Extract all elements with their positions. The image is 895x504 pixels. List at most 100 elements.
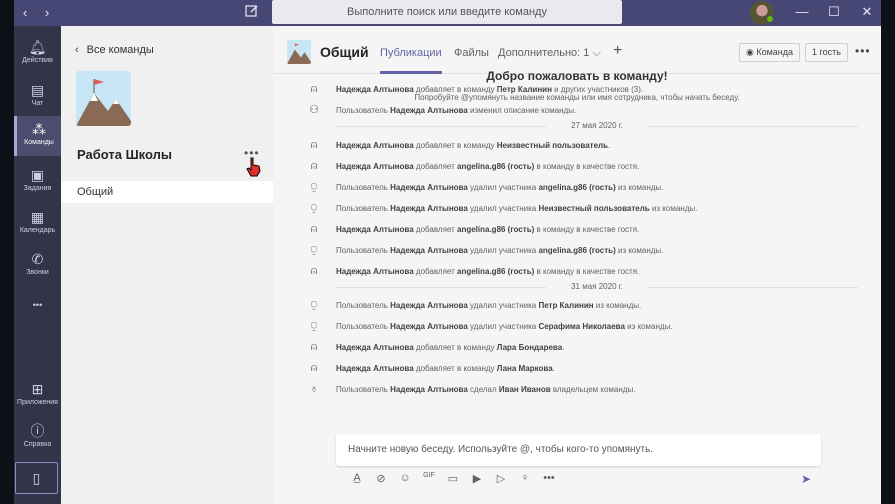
rail-label: Задания	[23, 185, 52, 192]
event-text: из команды.	[624, 322, 673, 331]
event-text: Пользователь	[336, 106, 391, 115]
compose-icon[interactable]	[243, 4, 261, 22]
send-icon[interactable]: ➤	[801, 472, 811, 486]
phone-icon: ✆	[31, 251, 44, 267]
forward-icon[interactable]: ›	[36, 5, 58, 20]
mention-hint: Попробуйте @упомянуть название команды и…	[414, 93, 740, 102]
event-text: добавляет	[413, 267, 457, 276]
rail-item-chat[interactable]: ▤ Чат	[14, 77, 61, 117]
event-text: .	[562, 343, 565, 352]
teams-window: ‹ › Выполните поиск или введите команду …	[14, 0, 881, 504]
rail-more-button[interactable]: •••	[14, 292, 61, 332]
event-text: Пользователь	[336, 322, 391, 331]
rail-item-activity[interactable]: 🔔︎ Действия	[14, 34, 61, 74]
help-icon: ⓘ	[30, 423, 45, 439]
event-entity: angelina.g86 (гость)	[538, 183, 616, 192]
sticker-icon[interactable]: ▭	[441, 472, 465, 488]
event-entity: Неизвестный пользователь	[538, 204, 650, 213]
event-entity: Надежда Алтынова	[336, 141, 414, 150]
rail-item-apps[interactable]: ⊞ Приложения	[14, 376, 61, 416]
team-button[interactable]: ◉ Команда	[739, 43, 801, 62]
back-icon[interactable]: ‹	[14, 5, 36, 20]
event-text: Пользователь	[336, 385, 391, 394]
activity-event: Надежда Алтынова добавляет angelina.g86 …	[336, 225, 639, 234]
channel-main: Общий Публикации Файлы Дополнительно: 1 …	[273, 26, 881, 504]
assignments-icon: ▣	[30, 167, 45, 183]
event-entity: angelina.g86 (гость)	[457, 225, 535, 234]
device-icon[interactable]: ▯	[15, 462, 58, 494]
bell-icon: 🔔︎	[28, 39, 47, 55]
event-text: добавляет в команду	[413, 364, 497, 373]
event-entity: angelina.g86 (гость)	[538, 246, 616, 255]
rail-item-calls[interactable]: ✆ Звонки	[14, 246, 61, 286]
event-text: из команды.	[593, 301, 642, 310]
stream-icon[interactable]: ▷	[489, 472, 513, 488]
rail-item-help[interactable]: ⓘ Справка	[14, 418, 61, 458]
activity-event: Пользователь Надежда Алтынова удалил уча…	[336, 246, 663, 255]
event-text: изменил описание команды.	[467, 106, 577, 115]
activity-event: Пользователь Надежда Алтынова удалил уча…	[336, 322, 673, 331]
event-entity: Надежда Алтынова	[336, 85, 414, 94]
person-add-icon: ⍝	[310, 362, 318, 374]
event-entity: Надежда Алтынова	[390, 204, 468, 213]
event-entity: Надежда Алтынова	[390, 385, 468, 394]
format-icon[interactable]: A̲	[345, 472, 369, 488]
tab-more[interactable]: Дополнительно: 1 ⌵	[498, 47, 601, 60]
channel-title: Общий	[320, 44, 369, 60]
gif-icon[interactable]: GIF	[417, 472, 441, 488]
more-icon: •••	[32, 300, 43, 310]
add-tab-icon[interactable]: +	[613, 42, 622, 60]
event-text: удалил участника	[467, 322, 539, 331]
event-text: Пользователь	[336, 301, 391, 310]
new-conversation-input[interactable]: Начните новую беседу. Используйте @, что…	[336, 434, 821, 466]
event-entity: angelina.g86 (гость)	[457, 267, 535, 276]
rail-item-assignments[interactable]: ▣ Задания	[14, 162, 61, 202]
maximize-icon[interactable]: ☐	[825, 4, 843, 20]
guest-button[interactable]: 1 гость	[805, 43, 848, 62]
channel-header: Общий Публикации Файлы Дополнительно: 1 …	[273, 26, 881, 74]
minimize-icon[interactable]: —	[793, 4, 811, 19]
event-text: удалил участника	[467, 301, 539, 310]
event-text: добавляет	[413, 162, 457, 171]
hand-cursor-icon	[246, 157, 262, 177]
activity-event: Пользователь Надежда Алтынова изменил оп…	[336, 106, 576, 115]
chevron-left-icon: ‹	[75, 44, 79, 56]
rail-item-teams[interactable]: ⁂ Команды	[14, 116, 61, 156]
rail-item-calendar[interactable]: ▦ Календарь	[14, 204, 61, 244]
person-remove-icon: ⍜	[310, 244, 318, 256]
chat-icon: ▤	[30, 82, 45, 98]
more-icon[interactable]: •••	[537, 472, 561, 488]
event-text: удалил участника	[467, 246, 539, 255]
praise-icon[interactable]: ♀	[513, 472, 537, 488]
back-label: Все команды	[86, 44, 154, 56]
event-entity: Надежда Алтынова	[390, 106, 468, 115]
event-text: Пользователь	[336, 246, 391, 255]
eye-icon: ◉	[746, 47, 757, 57]
back-to-teams-link[interactable]: ‹ Все команды	[75, 44, 154, 56]
search-input[interactable]: Выполните поиск или введите команду	[272, 0, 622, 24]
event-text: Пользователь	[336, 183, 391, 192]
activity-event: Надежда Алтынова добавляет в команду Лан…	[336, 364, 555, 373]
event-entity: Надежда Алтынова	[336, 225, 414, 234]
tab-files[interactable]: Файлы	[454, 47, 489, 59]
channel-item-general[interactable]: Общий	[61, 181, 273, 203]
event-text: и других участников (3).	[551, 85, 644, 94]
event-entity: Лара Бондарева	[496, 343, 563, 352]
event-text: .	[552, 364, 555, 373]
calendar-icon: ▦	[30, 209, 45, 225]
rail-label: Приложения	[17, 399, 58, 406]
event-entity: Надежда Алтынова	[336, 343, 414, 352]
person-remove-icon: ⍜	[310, 320, 318, 332]
activity-event: Надежда Алтынова добавляет в команду Пет…	[336, 85, 643, 94]
person-add-icon: ⍝	[310, 341, 318, 353]
attach-icon[interactable]: ⊘	[369, 472, 393, 488]
event-text: в команду в качестве гостя.	[534, 162, 640, 171]
tab-posts[interactable]: Публикации	[380, 47, 442, 59]
header-more-button[interactable]: •••	[855, 44, 871, 58]
emoji-icon[interactable]: ☺	[393, 472, 417, 488]
event-text: добавляет в команду	[413, 343, 497, 352]
person-add-icon: ⍝	[310, 223, 318, 235]
close-icon[interactable]: ✕	[858, 4, 876, 20]
meet-now-icon[interactable]: ▶	[465, 472, 489, 488]
rail-label: Чат	[31, 100, 44, 107]
